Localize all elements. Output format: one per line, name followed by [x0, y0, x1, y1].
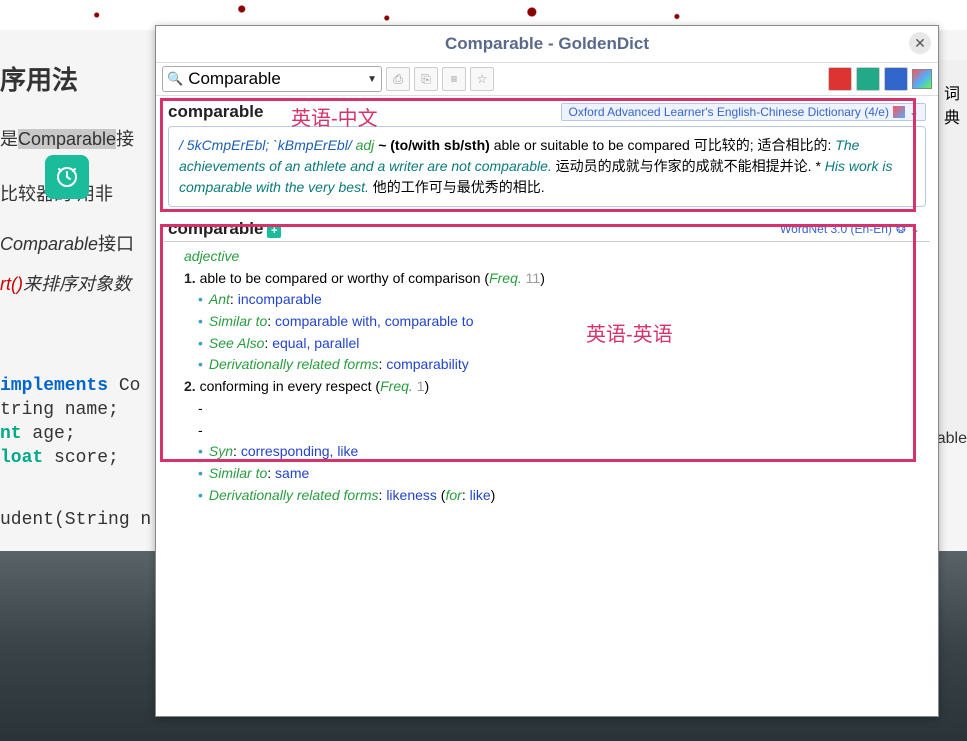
bg-code: age;	[22, 424, 76, 444]
search-icon: 🔍	[167, 71, 183, 87]
side-panel: 词典	[936, 60, 967, 440]
example-zh: 他的工作可与最优秀的相比.	[373, 179, 545, 195]
bg-text: Comparable	[18, 129, 116, 149]
toolbar-button[interactable]: ☆	[470, 67, 494, 91]
pattern: ~ (to/with sb/sth)	[378, 137, 490, 153]
definition: able to be compared or worthy of compari…	[200, 270, 481, 286]
freq-label: Freq.	[489, 270, 522, 286]
bg-code: loat	[0, 448, 43, 468]
expand-icon[interactable]: +	[267, 224, 281, 238]
goldendict-window: Comparable - GoldenDict ✕ 🔍 ▼ ⎙ ⎘ ≡ ☆ 英语…	[155, 25, 939, 717]
bg-text: 来排序对象数	[23, 274, 131, 294]
definition: conforming in every respect	[200, 378, 372, 394]
relation-label: Similar to	[209, 313, 267, 329]
bullet-icon: •	[198, 443, 203, 459]
relation-label: Ant	[209, 291, 230, 307]
entry-body-oxford: / 5kCmpErEbl; `kBmpErEbl/ adj ~ (to/with…	[168, 126, 926, 207]
pos: adj	[356, 137, 375, 153]
relation-label: Similar to	[209, 465, 267, 481]
headword: comparable	[168, 102, 263, 122]
bullet-icon: •	[198, 465, 203, 481]
dict-icon	[893, 106, 905, 118]
sense-number: 1.	[184, 270, 196, 286]
bg-code: implements	[0, 376, 108, 396]
dropdown-icon[interactable]: ▼	[367, 74, 377, 85]
side-label: 词典	[937, 80, 967, 128]
bg-code: tring name;	[0, 400, 119, 420]
bullet-icon: •	[198, 291, 203, 307]
bg-heading: 序用法	[0, 60, 78, 97]
dict-badge-wordnet[interactable]: WordNet 3.0 (En-En) ❂ ⌄	[774, 221, 926, 237]
bg-code: nt	[0, 424, 22, 444]
pos: adjective	[184, 246, 916, 268]
toolbar-button[interactable]	[828, 67, 852, 91]
freq-value: 11	[526, 270, 541, 286]
relation-link[interactable]: incomparable	[238, 291, 322, 307]
search-box[interactable]: 🔍 ▼	[162, 66, 382, 92]
bullet-icon: •	[198, 335, 203, 351]
relation-label: Derivationally related forms	[209, 356, 379, 372]
example-zh: 运动员的成就与作家的成就不能相提并论. *	[556, 158, 821, 174]
bg-code: Co	[119, 376, 141, 396]
relation-link[interactable]: likeness	[386, 487, 437, 503]
chevron-down-icon: ⌄	[909, 105, 919, 119]
bullet-icon: •	[198, 487, 203, 503]
content-area: 英语-中文 英语-英语 comparable Oxford Advanced L…	[156, 96, 938, 716]
entry-header-oxford: comparable Oxford Advanced Learner's Eng…	[164, 100, 930, 124]
relation-link[interactable]: equal, parallel	[272, 335, 359, 351]
bg-code: score;	[43, 448, 119, 468]
close-button[interactable]: ✕	[909, 32, 931, 54]
dash-line: -	[198, 420, 916, 442]
dict-group-icon[interactable]	[912, 69, 932, 89]
sense-number: 2.	[184, 378, 196, 394]
search-input[interactable]	[186, 68, 350, 90]
bg-code: udent(String n	[0, 510, 151, 530]
relation-label: Derivationally related forms	[209, 487, 379, 503]
relation-link[interactable]: same	[275, 465, 309, 481]
toolbar-button[interactable]: ≡	[442, 67, 466, 91]
toolbar-button[interactable]	[856, 67, 880, 91]
definition-zh: 可比较的; 适合相比的:	[694, 137, 832, 153]
relation-link[interactable]: corresponding, like	[241, 443, 359, 459]
bg-text: Comparable	[0, 234, 98, 254]
helper-icon[interactable]	[45, 155, 89, 199]
toolbar-button[interactable]: ⎙	[386, 67, 410, 91]
toolbar-button[interactable]	[884, 67, 908, 91]
titlebar: Comparable - GoldenDict ✕	[156, 26, 938, 63]
bullet-icon: •	[198, 356, 203, 372]
dash-line: -	[198, 398, 916, 420]
window-title: Comparable - GoldenDict	[445, 34, 649, 54]
bullet-icon: •	[198, 313, 203, 329]
bg-text: 接	[116, 129, 134, 149]
definition: able or suitable to be compared	[494, 137, 690, 153]
bg-text: 是	[0, 129, 18, 149]
headword: comparable	[168, 219, 263, 238]
freq-label: Freq.	[380, 378, 413, 394]
freq-value: 1	[417, 378, 425, 394]
dict-icon: ❂	[896, 222, 906, 236]
toolbar-button[interactable]: ⎘	[414, 67, 438, 91]
chevron-down-icon: ⌄	[910, 222, 920, 236]
relation-link[interactable]: comparable with, comparable to	[275, 313, 473, 329]
phonetic: / 5kCmpErEbl; `kBmpErEbl/	[179, 137, 352, 153]
entry-body-wordnet: adjective 1. able to be compared or wort…	[164, 242, 930, 514]
dict-badge-oxford[interactable]: Oxford Advanced Learner's English-Chines…	[561, 103, 926, 121]
bg-text: 接口	[98, 234, 134, 254]
dict-badge-label: WordNet 3.0 (En-En)	[780, 222, 892, 236]
relation-label: Syn	[209, 443, 233, 459]
toolbar: 🔍 ▼ ⎙ ⎘ ≡ ☆	[156, 63, 938, 96]
dict-badge-label: Oxford Advanced Learner's English-Chines…	[568, 105, 888, 119]
bg-text: rt()	[0, 274, 23, 294]
entry-header-wordnet: comparable + WordNet 3.0 (En-En) ❂ ⌄	[164, 217, 930, 242]
relation-link[interactable]: comparability	[386, 356, 468, 372]
relation-label: See Also	[209, 335, 265, 351]
